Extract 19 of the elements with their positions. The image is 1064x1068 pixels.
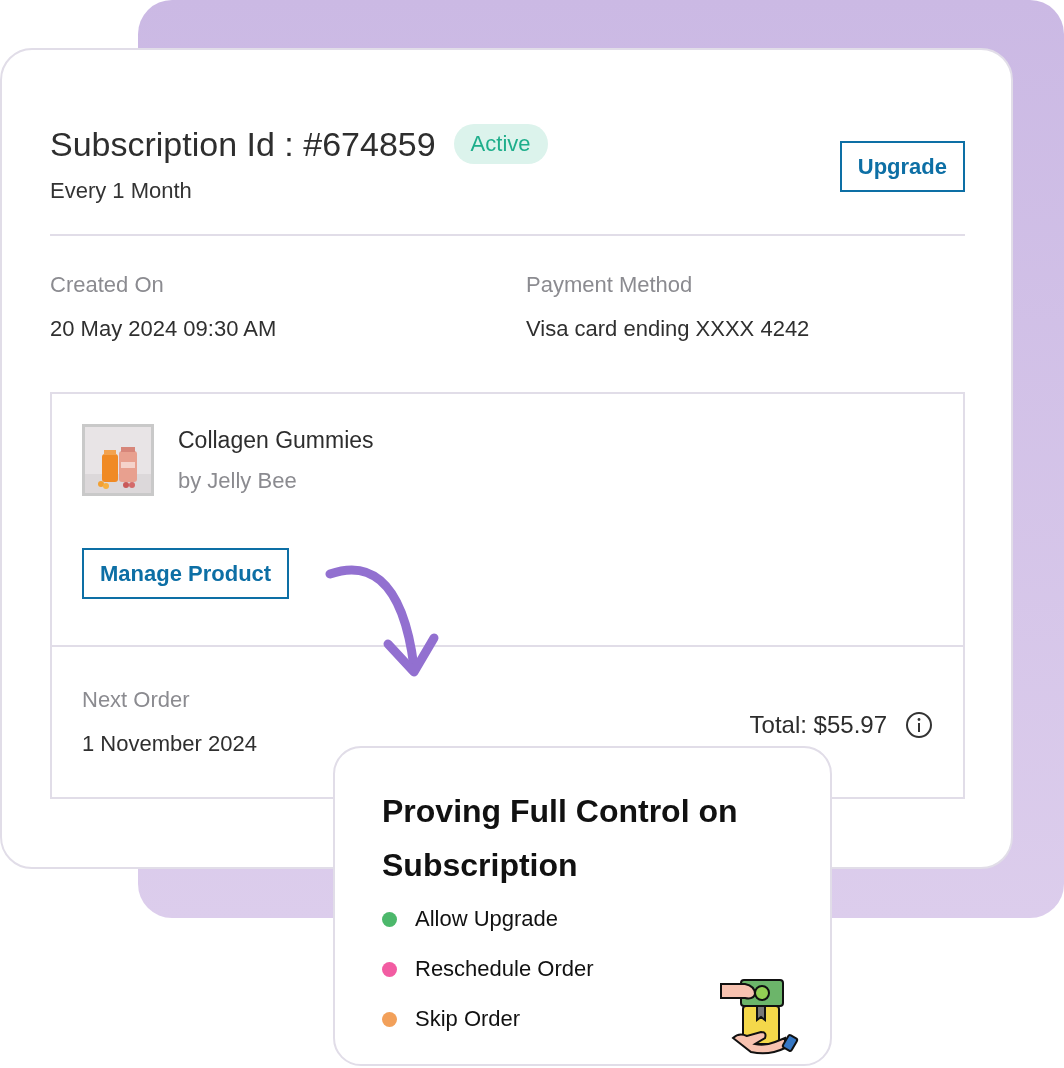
detail-value: Visa card ending XXXX 4242 <box>526 316 811 342</box>
next-order-label: Next Order <box>82 687 191 713</box>
product-name: Collagen Gummies <box>178 426 374 454</box>
upgrade-button[interactable]: Upgrade <box>839 141 965 192</box>
feature-title: Proving Full Control on Subscription <box>382 792 739 885</box>
order-total: Total: $55.97 <box>749 711 887 739</box>
detail-label: Payment Method <box>526 272 694 298</box>
info-icon[interactable] <box>905 711 933 739</box>
detail-value: 20 May 2024 09:30 AM <box>50 316 278 342</box>
product-vendor: by Jelly Bee <box>178 467 298 494</box>
subscription-title: Subscription Id : #674859 <box>50 124 436 164</box>
billing-frequency: Every 1 Month <box>50 178 193 204</box>
next-order-date: 1 November 2024 <box>82 731 257 757</box>
feature-item: Skip Order <box>415 1006 521 1032</box>
feature-item: Allow Upgrade <box>415 906 559 932</box>
manage-product-button[interactable]: Manage Product <box>82 548 290 599</box>
feature-item: Reschedule Order <box>415 956 594 982</box>
status-badge: Active <box>453 124 548 164</box>
detail-label: Created On <box>50 272 165 298</box>
